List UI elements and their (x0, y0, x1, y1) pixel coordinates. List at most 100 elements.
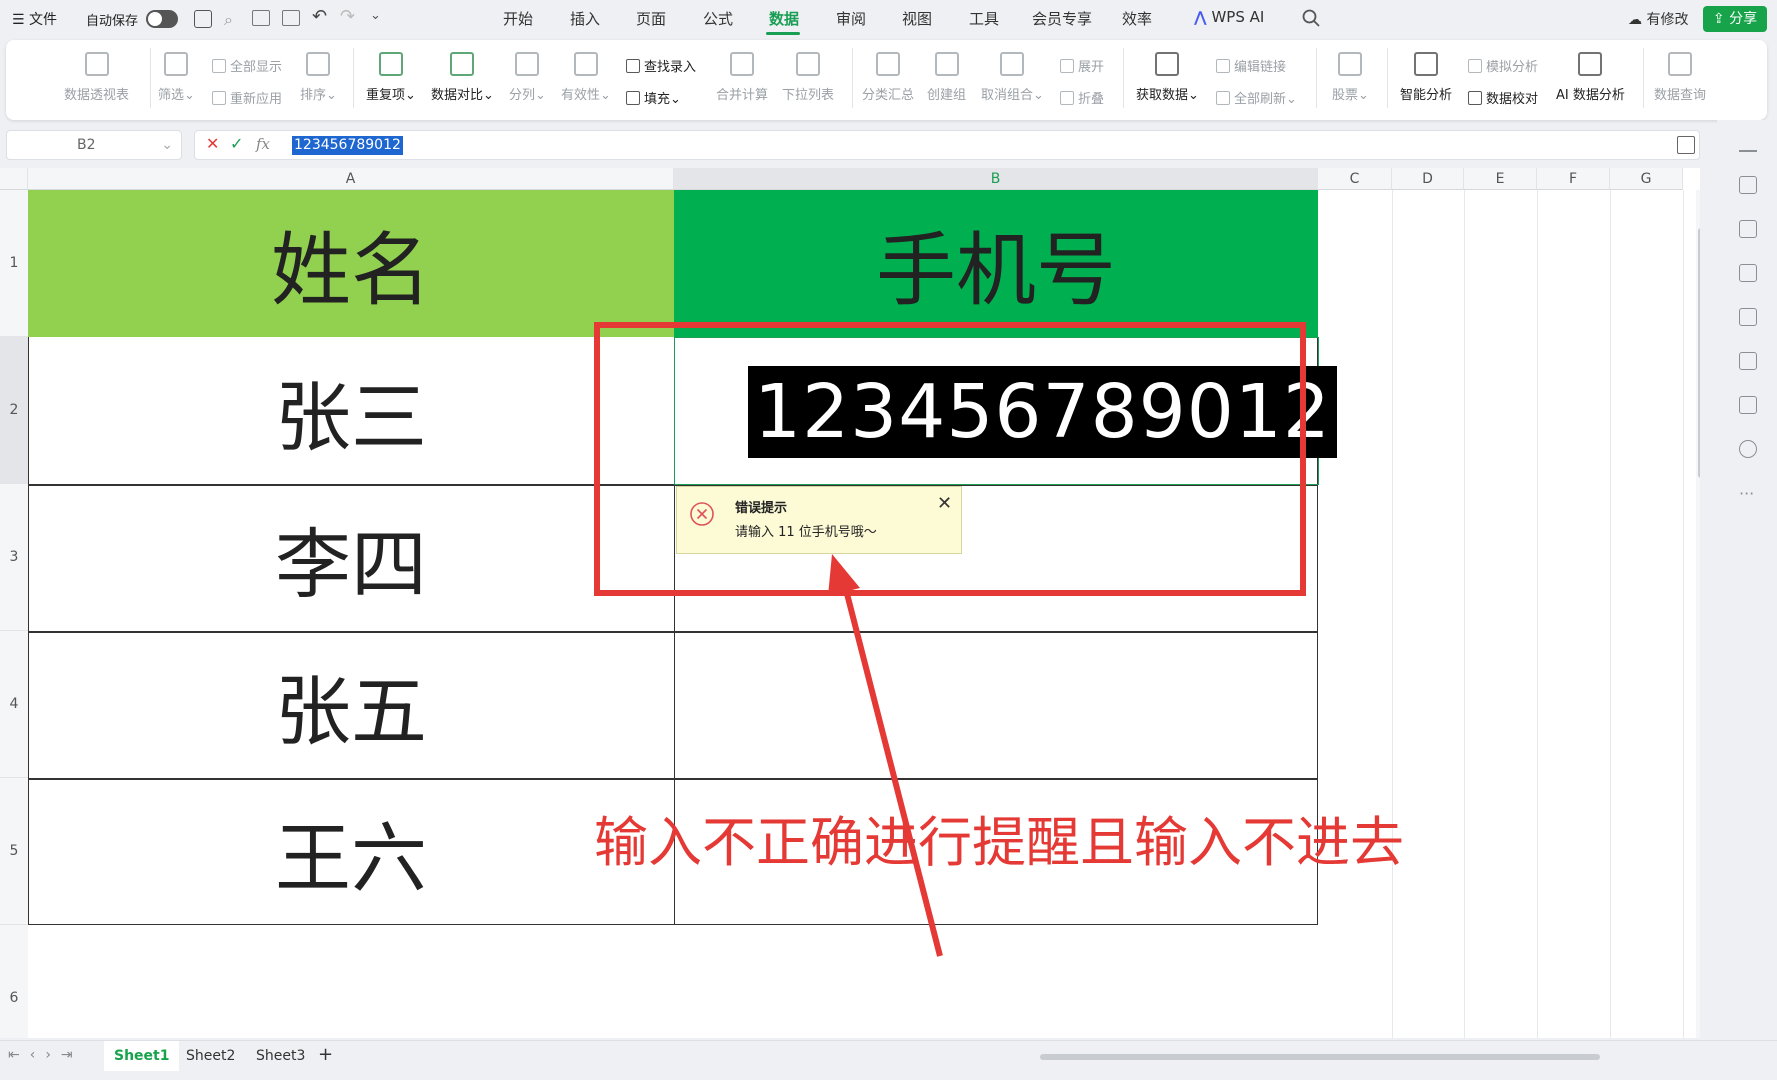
confirm-icon[interactable]: ✓ (230, 134, 243, 153)
cancel-icon[interactable]: ✕ (206, 134, 219, 153)
subtotal-button[interactable]: 分类汇总 (862, 52, 914, 103)
collapse-icon (1060, 91, 1074, 105)
split-column-button[interactable]: 分列⌄ (509, 52, 546, 103)
name-box[interactable]: B2 ⌄ (6, 130, 182, 160)
column-header-g[interactable]: G (1610, 168, 1683, 190)
name-cell[interactable]: 王六 (28, 778, 674, 925)
data-query-button[interactable]: 数据查询 (1654, 52, 1706, 103)
name-cell[interactable]: 李四 (28, 484, 674, 631)
minimize-panel-icon[interactable] (1739, 150, 1757, 152)
show-all-button[interactable]: 全部显示 (212, 56, 282, 75)
column-header-e[interactable]: E (1464, 168, 1537, 190)
sheet-tab-3[interactable]: Sheet3 (246, 1041, 315, 1071)
autosave-toggle[interactable] (146, 10, 178, 28)
sheet-nav-arrows[interactable]: ⇤‹›⇥ (8, 1047, 83, 1063)
dropdown-list-button[interactable]: 下拉列表 (782, 52, 834, 103)
format-painter-icon[interactable]: ⌕ (224, 10, 233, 30)
column-header-c[interactable]: C (1318, 168, 1392, 190)
formula-bar[interactable] (194, 130, 1700, 160)
undo-icon[interactable]: ↶ (312, 6, 327, 27)
header-cell-phone[interactable]: 手机号 (674, 190, 1318, 337)
help-icon[interactable] (1739, 440, 1757, 458)
stocks-button[interactable]: 股票⌄ (1332, 52, 1369, 103)
more-icon[interactable]: ··· (1739, 484, 1754, 503)
print-icon[interactable] (252, 10, 270, 26)
column-header-a[interactable]: A (28, 168, 674, 190)
tab-home[interactable]: 开始 (503, 8, 533, 29)
ai-analysis-icon (1578, 52, 1603, 76)
find-panel-icon[interactable] (1739, 396, 1757, 414)
formula-expand-icon[interactable] (1677, 136, 1695, 154)
sheet-tab-bar: ⇤‹›⇥ Sheet1 Sheet2 Sheet3 + (0, 1040, 1777, 1080)
find-entry-button[interactable]: 查找录入 (626, 56, 696, 75)
tab-insert[interactable]: 插入 (570, 8, 600, 29)
tab-data[interactable]: 数据 (769, 8, 799, 29)
phone-cell[interactable] (674, 631, 1318, 778)
tab-formula[interactable]: 公式 (703, 8, 733, 29)
refresh-all-button[interactable]: 全部刷新⌄ (1216, 88, 1297, 107)
what-if-button[interactable]: 模拟分析 (1468, 56, 1538, 75)
smart-analysis-button[interactable]: 智能分析 (1400, 52, 1452, 103)
fill-button[interactable]: 填充⌄ (626, 88, 681, 107)
validity-button[interactable]: 有效性⌄ (561, 52, 611, 103)
redo-icon[interactable]: ↷ (340, 6, 355, 27)
sheet-tab-2[interactable]: Sheet2 (176, 1041, 245, 1071)
row-header-1[interactable]: 1 (0, 190, 28, 337)
print-preview-icon[interactable] (282, 10, 300, 26)
wps-ai-button[interactable]: ⋀ WPS AI (1194, 8, 1264, 26)
header-cell-name[interactable]: 姓名 (28, 190, 674, 337)
create-group-button[interactable]: 创建组 (927, 52, 966, 103)
tab-efficiency[interactable]: 效率 (1122, 8, 1152, 29)
tab-tools[interactable]: 工具 (969, 8, 999, 29)
ungroup-button[interactable]: 取消组合⌄ (981, 52, 1044, 103)
column-header-f[interactable]: F (1537, 168, 1610, 190)
reapply-button[interactable]: 重新应用 (212, 88, 282, 107)
grid-line (1537, 190, 1538, 1038)
row-header-2[interactable]: 2 (0, 337, 28, 484)
filter-button[interactable]: 筛选⌄ (158, 52, 195, 103)
expand-button[interactable]: 展开 (1060, 56, 1104, 75)
tab-member[interactable]: 会员专享 (1032, 8, 1092, 29)
data-compare-button[interactable]: 数据对比⌄ (431, 52, 494, 103)
column-header-b[interactable]: B (674, 168, 1318, 190)
row-header-3[interactable]: 3 (0, 484, 28, 631)
consolidate-button[interactable]: 合并计算 (716, 52, 768, 103)
expand-icon (1060, 59, 1074, 73)
formula-input[interactable]: 123456789012 (292, 136, 403, 155)
sort-button[interactable]: 排序⌄ (300, 52, 337, 103)
file-menu[interactable]: ☰ 文件 (12, 9, 57, 29)
name-cell[interactable]: 张五 (28, 631, 674, 778)
row-header-5[interactable]: 5 (0, 778, 28, 925)
search-icon[interactable] (1302, 9, 1320, 27)
settings-sliders-icon[interactable] (1739, 220, 1757, 238)
select-all-corner[interactable] (0, 168, 28, 190)
filter-icon (164, 52, 189, 76)
save-icon[interactable] (194, 10, 212, 28)
row-header-4[interactable]: 4 (0, 631, 28, 778)
sheet-tab-1[interactable]: Sheet1 (104, 1041, 180, 1071)
data-check-button[interactable]: 数据校对 (1468, 88, 1538, 107)
collapse-button[interactable]: 折叠 (1060, 88, 1104, 107)
pivot-table-button[interactable]: 数据透视表 (64, 52, 129, 103)
ai-analysis-button[interactable]: AI 数据分析 (1556, 52, 1625, 103)
chart-panel-icon[interactable] (1739, 352, 1757, 370)
get-data-button[interactable]: 获取数据⌄ (1136, 52, 1199, 103)
name-cell[interactable]: 张三 (28, 337, 674, 484)
duplicates-button[interactable]: 重复项⌄ (366, 52, 416, 103)
share-button[interactable]: ⇪ 分享 (1703, 6, 1767, 32)
add-sheet-icon[interactable]: + (318, 1044, 333, 1065)
chevron-down-icon[interactable]: ⌄ (370, 8, 381, 23)
tab-view[interactable]: 视图 (902, 8, 932, 29)
vertical-scroll-thumb[interactable] (1698, 228, 1700, 478)
row-header-6[interactable]: 6 (0, 925, 28, 1038)
transform-icon[interactable] (1739, 264, 1757, 282)
tools-icon[interactable] (1739, 308, 1757, 326)
column-header-d[interactable]: D (1392, 168, 1464, 190)
select-icon[interactable] (1739, 176, 1757, 194)
tab-review[interactable]: 审阅 (836, 8, 866, 29)
edit-links-button[interactable]: 编辑链接 (1216, 56, 1286, 75)
horizontal-scroll-thumb[interactable] (1040, 1054, 1600, 1060)
tab-page[interactable]: 页面 (636, 8, 666, 29)
edit-status[interactable]: ☁ 有修改 (1628, 9, 1688, 29)
fx-icon[interactable]: fx (256, 135, 270, 153)
